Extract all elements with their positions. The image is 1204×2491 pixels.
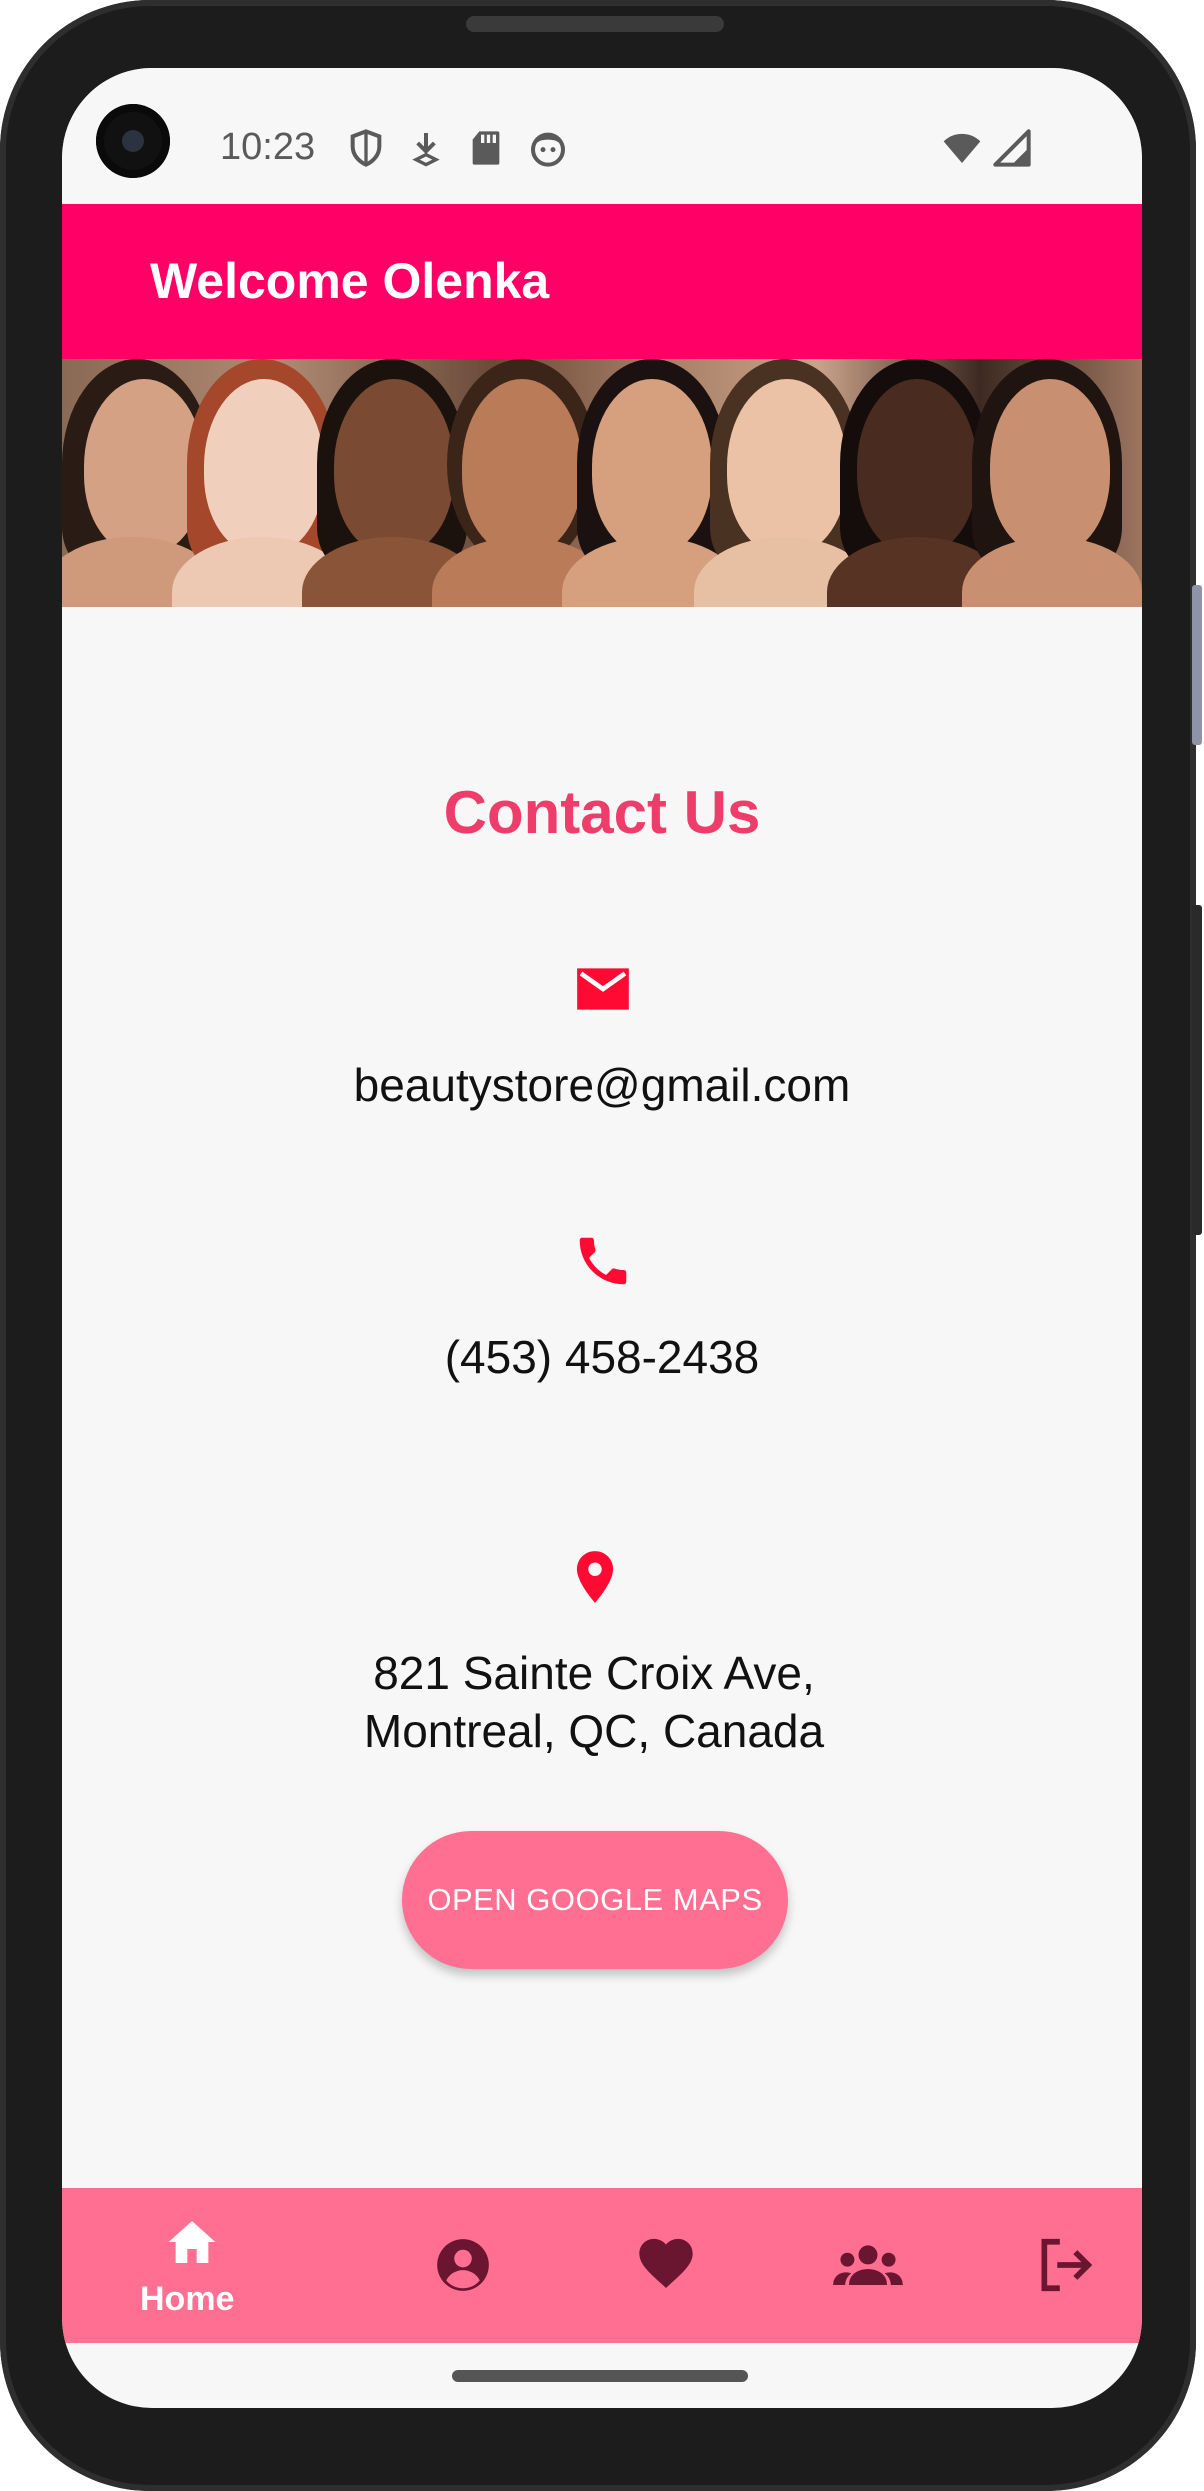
group-icon bbox=[833, 2245, 903, 2285]
nav-item-home[interactable]: Home bbox=[122, 2188, 262, 2343]
email-text[interactable]: beautystore@gmail.com bbox=[62, 1056, 1142, 1114]
address-line-2: Montreal, QC, Canada bbox=[363, 1705, 825, 1757]
heart-icon bbox=[639, 2238, 693, 2288]
contact-title: Contact Us bbox=[443, 779, 761, 846]
nav-item-community[interactable] bbox=[800, 2188, 940, 2343]
volume-button bbox=[1192, 585, 1202, 745]
wifi-icon bbox=[943, 133, 981, 163]
nav-item-favorites[interactable] bbox=[596, 2188, 736, 2343]
phone-icon[interactable] bbox=[572, 1230, 634, 1292]
home-icon bbox=[168, 2221, 216, 2263]
front-camera bbox=[96, 104, 170, 178]
gesture-navigation-bar[interactable] bbox=[452, 2370, 748, 2382]
status-time: 10:23 bbox=[220, 126, 316, 168]
cellular-signal-icon bbox=[993, 129, 1031, 167]
power-button bbox=[1192, 905, 1202, 1235]
camera-lens bbox=[122, 130, 144, 152]
open-google-maps-button[interactable]: OPEN GOOGLE MAPS bbox=[402, 1831, 788, 1969]
nav-item-account[interactable] bbox=[392, 2188, 532, 2343]
email-icon bbox=[577, 968, 629, 1010]
bottom-navigation: Home bbox=[62, 2188, 1142, 2343]
app-title: Welcome Olenka bbox=[150, 253, 550, 309]
logout-icon bbox=[1041, 2238, 1093, 2292]
nav-label-home: Home bbox=[140, 2280, 235, 2318]
status-bar: 10:23 bbox=[62, 68, 1142, 204]
device-stage: 10:23 Welcome Olenka Contact Us beautyst… bbox=[0, 0, 1204, 2491]
nav-item-logout[interactable] bbox=[1004, 2188, 1124, 2343]
sd-card-icon bbox=[472, 131, 500, 165]
shield-icon bbox=[350, 129, 382, 167]
account-icon bbox=[437, 2239, 489, 2291]
phone-text[interactable]: (453) 458-2438 bbox=[62, 1328, 1142, 1386]
android-robot-icon bbox=[531, 132, 565, 167]
phone-speaker-grille bbox=[466, 16, 724, 32]
models-banner-image bbox=[62, 359, 1142, 607]
address-line-1: 821 Sainte Croix Ave, bbox=[373, 1647, 815, 1699]
download-icon bbox=[412, 133, 440, 167]
app-bar: Welcome Olenka bbox=[62, 204, 1142, 359]
phone-screen: 10:23 Welcome Olenka Contact Us beautyst… bbox=[62, 68, 1142, 2408]
location-pin-icon bbox=[576, 1551, 614, 1603]
